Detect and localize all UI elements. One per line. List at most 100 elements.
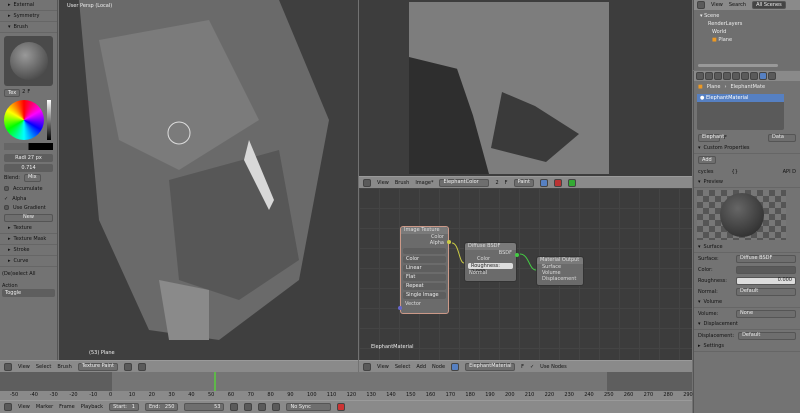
outliner-item-renderlayers[interactable]: RenderLayers [700,20,794,28]
menu-marker[interactable]: Marker [36,404,53,410]
menu-node[interactable]: Node [432,364,445,370]
panel-brush[interactable]: ▾ Brush [0,22,57,33]
jump-end-button[interactable] [272,403,281,411]
socket[interactable] [398,306,402,310]
brush-preview[interactable] [4,36,53,86]
menu-view[interactable]: View [18,364,30,370]
editor-type-button[interactable] [363,178,371,187]
menu-frame[interactable]: Frame [59,404,75,410]
displacement-select[interactable]: Default [738,331,796,340]
action-select[interactable]: Toggle [2,289,55,297]
normal-select[interactable]: Default [736,287,796,296]
panel-texture[interactable]: ▸ Texture [0,223,57,234]
channel-icon[interactable] [539,178,548,187]
mode-select[interactable]: Paint [513,178,534,187]
roughness-field[interactable]: Roughness: 0.000 [468,263,513,275]
3d-viewport[interactable]: User Persp (Local) (53) Plane [59,0,358,360]
accumulate-checkbox[interactable]: Accumulate [0,183,57,194]
current-frame-cursor[interactable] [213,372,216,391]
editor-type-button[interactable] [696,72,704,80]
end-frame-field[interactable]: End: 250 [144,403,179,411]
menu-add[interactable]: Add [416,364,426,370]
render-tab-icon[interactable] [705,72,713,80]
source-select[interactable]: Single Image [403,292,446,299]
menu-brush[interactable]: Brush [57,364,71,370]
panel-surface[interactable]: ▾ Surface [694,242,800,253]
editor-type-button[interactable] [697,1,705,9]
editor-type-button[interactable] [363,362,371,371]
tex-button[interactable]: Tex [4,89,21,97]
world-tab-icon[interactable] [723,72,731,80]
red-channel-icon[interactable] [553,178,562,187]
shading-button[interactable] [124,362,133,371]
material-slot-list[interactable]: ● ElephantMaterial [697,94,784,130]
image-texture-node[interactable]: Image Texture Color Alpha Color Linear F… [398,226,451,314]
new-button[interactable]: New [0,212,57,223]
panel-symmetry[interactable]: ▸ Symmetry [0,11,57,22]
image-canvas[interactable] [409,2,609,174]
menu-view[interactable]: View [377,364,389,370]
panel-custom-properties[interactable]: ▾ Custom Properties [694,143,800,154]
jump-start-button[interactable] [230,403,239,411]
fake-user-button[interactable]: F [724,135,727,141]
panel-texture-mask[interactable]: ▸ Texture Mask [0,234,57,245]
texture-tab-icon[interactable] [768,72,776,80]
fake-user-button[interactable]: F [521,364,524,370]
image-select[interactable] [403,248,446,254]
menu-brush[interactable]: Brush [395,180,409,186]
data-tab-icon[interactable] [750,72,758,80]
blend-select[interactable]: Mix [23,173,41,182]
material-name-field[interactable]: Elephant [698,133,724,142]
outliner-item-plane[interactable]: ■ Plane [700,36,794,44]
menu-view[interactable]: View [711,2,723,8]
color-wheel[interactable] [4,100,44,140]
link-select[interactable]: Data [768,133,796,142]
value-slider[interactable] [47,100,51,140]
material-tab-icon[interactable] [759,72,767,80]
panel-displacement[interactable]: ▾ Displacement [694,319,800,330]
play-reverse-button[interactable] [244,403,253,411]
roughness-field[interactable]: 0.000 [736,276,796,285]
material-slot[interactable]: ● ElephantMaterial [697,94,784,102]
object-tab-icon[interactable] [732,72,740,80]
start-frame-field[interactable]: Start: 1 [109,403,139,411]
scene-tab-icon[interactable] [714,72,722,80]
fake-user-button[interactable]: F [505,180,508,186]
color-field[interactable] [736,265,796,274]
color-space-select[interactable]: Color [403,256,446,263]
panel-curve[interactable]: ▸ Curve [0,256,57,267]
outliner-item-scene[interactable]: ▾ Scene [700,12,794,20]
socket[interactable] [515,253,519,257]
menu-select[interactable]: Select [36,364,51,370]
outliner-scrollbar[interactable] [698,64,778,67]
image-name-field[interactable]: ElephantColor [439,178,490,187]
add-property-button[interactable]: Add [698,156,716,164]
outliner-item-world[interactable]: World [700,28,794,36]
menu-playback[interactable]: Playback [81,404,103,410]
pivot-button[interactable] [138,362,147,371]
material-field[interactable]: ElephantMaterial [465,362,516,371]
editor-type-button[interactable] [4,403,12,411]
panel-volume[interactable]: ▾ Volume [694,297,800,308]
editor-type-button[interactable] [4,362,12,371]
play-button[interactable] [258,403,267,411]
panel-settings[interactable]: ▸ Settings [694,341,800,352]
use-nodes-checkbox[interactable]: Use Nodes [540,364,567,370]
sync-select[interactable]: No Sync [286,403,332,411]
image-editor[interactable] [359,0,692,176]
green-channel-icon[interactable] [567,178,576,187]
extension-select[interactable]: Repeat [403,283,446,290]
volume-select[interactable]: None [736,309,796,318]
mode-select[interactable]: Texture Paint [77,362,119,371]
fake-user-button[interactable]: F [27,89,30,97]
color-picker[interactable] [0,97,57,143]
menu-search[interactable]: Search [729,2,746,8]
radius-field[interactable]: Radi 27 px [4,154,53,162]
strength-field[interactable]: 0.714 [4,164,53,172]
menu-image[interactable]: Image* [415,180,433,186]
node-editor[interactable]: Image Texture Color Alpha Color Linear F… [359,188,692,360]
panel-preview[interactable]: ▾ Preview [694,177,800,188]
color-swatch[interactable] [4,143,53,150]
record-button[interactable] [337,403,346,411]
alpha-checkbox[interactable]: ✓ Alpha [0,194,57,203]
